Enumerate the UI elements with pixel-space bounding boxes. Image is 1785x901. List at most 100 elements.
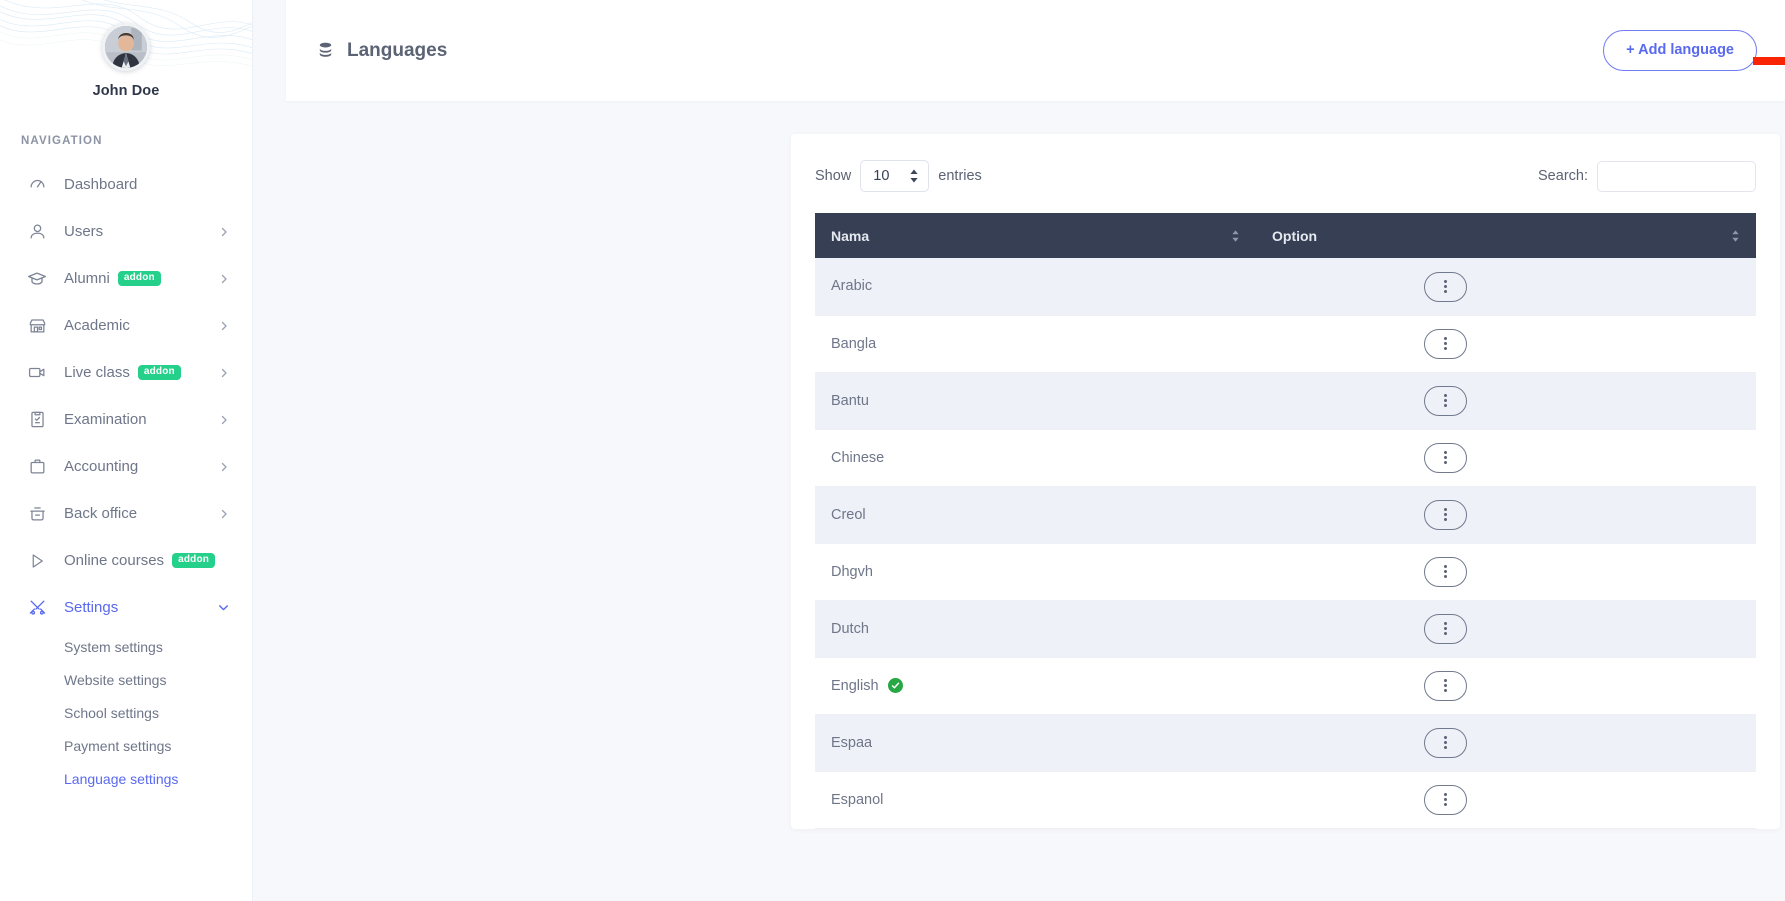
sidebar-item-label: Examination [64, 411, 147, 428]
language-name: Chinese [831, 449, 885, 466]
video-camera-icon [26, 362, 48, 384]
bottom-fade [253, 879, 1785, 901]
vertical-ellipsis-icon [1444, 394, 1447, 408]
chevron-right-icon [218, 226, 230, 238]
sidebar-item-system-settings[interactable]: System settings [0, 631, 252, 664]
sidebar-item-live-class[interactable]: Live class addon [0, 349, 252, 396]
entries-label: entries [938, 168, 982, 184]
column-header-nama[interactable]: Nama [815, 213, 1256, 258]
row-options-button[interactable] [1424, 613, 1467, 644]
active-check-icon [887, 678, 903, 693]
table-row: Creol [815, 486, 1756, 544]
table-body: Arabic Bangla Bantu Chinese Creol Dhgvh Dutch E… [815, 258, 1756, 829]
sidebar-item-users[interactable]: Users [0, 208, 252, 255]
page-length-select[interactable]: 10 25 50 100 [860, 160, 930, 192]
sidebar-item-online-courses[interactable]: Online courses addon [0, 537, 252, 584]
tools-icon [26, 597, 48, 619]
table-row: Dhgvh [815, 543, 1756, 601]
language-name: Bangla [831, 335, 877, 352]
page-length-select-wrapper: 10 25 50 100 [860, 160, 930, 192]
row-options-button[interactable] [1424, 271, 1467, 302]
sidebar-item-settings[interactable]: Settings [0, 584, 252, 631]
sidebar-item-label: Dashboard [64, 176, 138, 193]
chevron-down-icon [217, 601, 230, 614]
sidebar-item-website-settings[interactable]: Website settings [0, 664, 252, 697]
row-options-button[interactable] [1424, 499, 1467, 530]
table-row: Espaa [815, 714, 1756, 772]
vertical-ellipsis-icon [1444, 565, 1447, 579]
search-label: Search: [1538, 168, 1588, 184]
vertical-ellipsis-icon [1444, 280, 1447, 293]
sidebar-item-alumni[interactable]: Alumni addon [0, 255, 252, 302]
column-header-option[interactable]: Option [1256, 213, 1756, 258]
show-label: Show [815, 168, 852, 184]
add-language-button[interactable]: + Add language [1603, 30, 1757, 71]
sidebar-item-back-office[interactable]: Back office [0, 490, 252, 537]
cell-option [1256, 771, 1756, 829]
vertical-ellipsis-icon [1444, 679, 1447, 693]
language-name: Espaa [831, 734, 873, 751]
sidebar-item-school-settings[interactable]: School settings [0, 697, 252, 730]
page-title: Languages [316, 40, 447, 62]
cell-option [1256, 486, 1756, 544]
search-input[interactable] [1597, 160, 1756, 192]
profile-block: John Doe [0, 0, 252, 99]
row-options-button[interactable] [1424, 784, 1467, 815]
chevron-right-icon [218, 508, 230, 520]
sidebar-item-accounting[interactable]: Accounting [0, 443, 252, 490]
cell-language-name: Dhgvh [815, 543, 1256, 601]
sidebar-item-payment-settings[interactable]: Payment settings [0, 730, 252, 763]
row-options-button[interactable] [1424, 328, 1467, 359]
cell-language-name: English [815, 657, 1256, 715]
column-header-label: Nama [831, 227, 870, 244]
cell-option [1256, 315, 1756, 373]
settings-submenu: System settings Website settings School … [0, 631, 252, 806]
user-icon [26, 221, 48, 243]
sort-arrows-icon [1731, 229, 1740, 243]
page-title-text: Languages [347, 39, 448, 61]
row-options-button[interactable] [1424, 385, 1467, 416]
language-name: English [831, 677, 879, 694]
page-content: Show 10 25 50 100 ent [253, 101, 1785, 829]
sidebar-item-label: Academic [64, 317, 130, 334]
cell-language-name: Arabic [815, 258, 1256, 316]
row-options-button[interactable] [1424, 442, 1467, 473]
row-options-button[interactable] [1424, 556, 1467, 587]
row-options-button[interactable] [1424, 727, 1467, 758]
cell-option [1256, 714, 1756, 772]
language-name: Espanol [831, 791, 884, 808]
sidebar-item-label: Accounting [64, 458, 139, 475]
vertical-ellipsis-icon [1444, 736, 1447, 750]
search-control: Search: [1538, 160, 1756, 192]
table-head: Nama Option [815, 213, 1756, 258]
table-row: Chinese [815, 429, 1756, 487]
cell-option [1256, 543, 1756, 601]
sidebar-item-academic[interactable]: Academic [0, 302, 252, 349]
table-row: Bangla [815, 315, 1756, 373]
row-options-button[interactable] [1424, 670, 1467, 701]
sidebar-item-examination[interactable]: Examination [0, 396, 252, 443]
chevron-right-icon [218, 320, 230, 332]
vertical-ellipsis-icon [1444, 793, 1447, 807]
page-header: Languages + Add language [286, 0, 1785, 101]
cell-language-name: Espaa [815, 714, 1256, 772]
vertical-ellipsis-icon [1444, 451, 1447, 465]
cell-option [1256, 657, 1756, 715]
sidebar-nav: Dashboard Users Alumni addon Academic Li… [0, 161, 252, 806]
cell-option [1256, 372, 1756, 430]
column-header-label: Option [1272, 227, 1318, 244]
sidebar-item-language-settings[interactable]: Language settings [0, 763, 252, 796]
printer-icon [26, 503, 48, 525]
cell-language-name: Creol [815, 486, 1256, 544]
language-name: Bantu [831, 392, 869, 409]
play-triangle-icon [26, 550, 48, 572]
cell-language-name: Dutch [815, 600, 1256, 658]
chevron-right-icon [218, 461, 230, 473]
chevron-right-icon [218, 414, 230, 426]
avatar[interactable] [102, 23, 150, 71]
table-row: Arabic [815, 258, 1756, 316]
table-row: Espanol [815, 771, 1756, 829]
app-root: John Doe NAVIGATION Dashboard Users Alum… [0, 0, 1785, 901]
main-area: Languages + Add language Show 10 entries… [253, 0, 1785, 901]
sidebar-item-dashboard[interactable]: Dashboard [0, 161, 252, 208]
